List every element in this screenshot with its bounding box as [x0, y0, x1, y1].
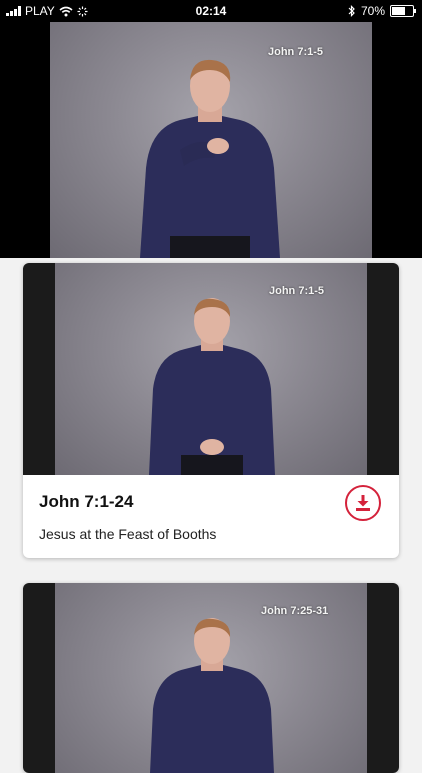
video-frame[interactable]: John 7:1-5 [50, 22, 372, 258]
download-button[interactable] [345, 485, 381, 521]
video-thumbnail[interactable]: John 7:25-31 [23, 583, 399, 773]
video-thumbnail[interactable]: John 7:1-5 [23, 263, 399, 475]
signer-figure [149, 298, 275, 475]
verse-overlay: John 7:1-5 [269, 285, 325, 297]
thumbnail-frame: John 7:25-31 [55, 583, 367, 773]
video-title: John 7:1-24 [39, 492, 134, 511]
download-icon [356, 495, 370, 511]
video-card[interactable]: John 7:1-5 John 7:1-24 Jesus at the Feas… [23, 263, 399, 558]
battery-fill [392, 7, 405, 15]
bluetooth-icon [348, 5, 355, 17]
verse-overlay: John 7:1-5 [268, 46, 324, 58]
battery-icon [390, 5, 416, 17]
status-right: 70% [348, 4, 422, 18]
thumbnail-frame: John 7:1-5 [55, 263, 367, 475]
battery-percent: 70% [360, 4, 385, 18]
wifi-icon [59, 6, 73, 16]
status-left: PLAY [0, 4, 88, 18]
video-subtitle: Jesus at the Feast of Booths [39, 526, 217, 542]
video-player[interactable]: John 7:1-5 [0, 22, 422, 258]
loading-icon [77, 6, 88, 16]
carrier-label: PLAY [25, 4, 55, 18]
video-card[interactable]: John 7:25-31 [23, 583, 399, 773]
signal-icon [6, 6, 21, 16]
signer-figure [140, 59, 280, 258]
status-bar: PLAY 02:14 70% [0, 0, 422, 22]
card-body: John 7:1-24 Jesus at the Feast of Booths [23, 475, 399, 558]
verse-overlay: John 7:25-31 [261, 605, 329, 617]
